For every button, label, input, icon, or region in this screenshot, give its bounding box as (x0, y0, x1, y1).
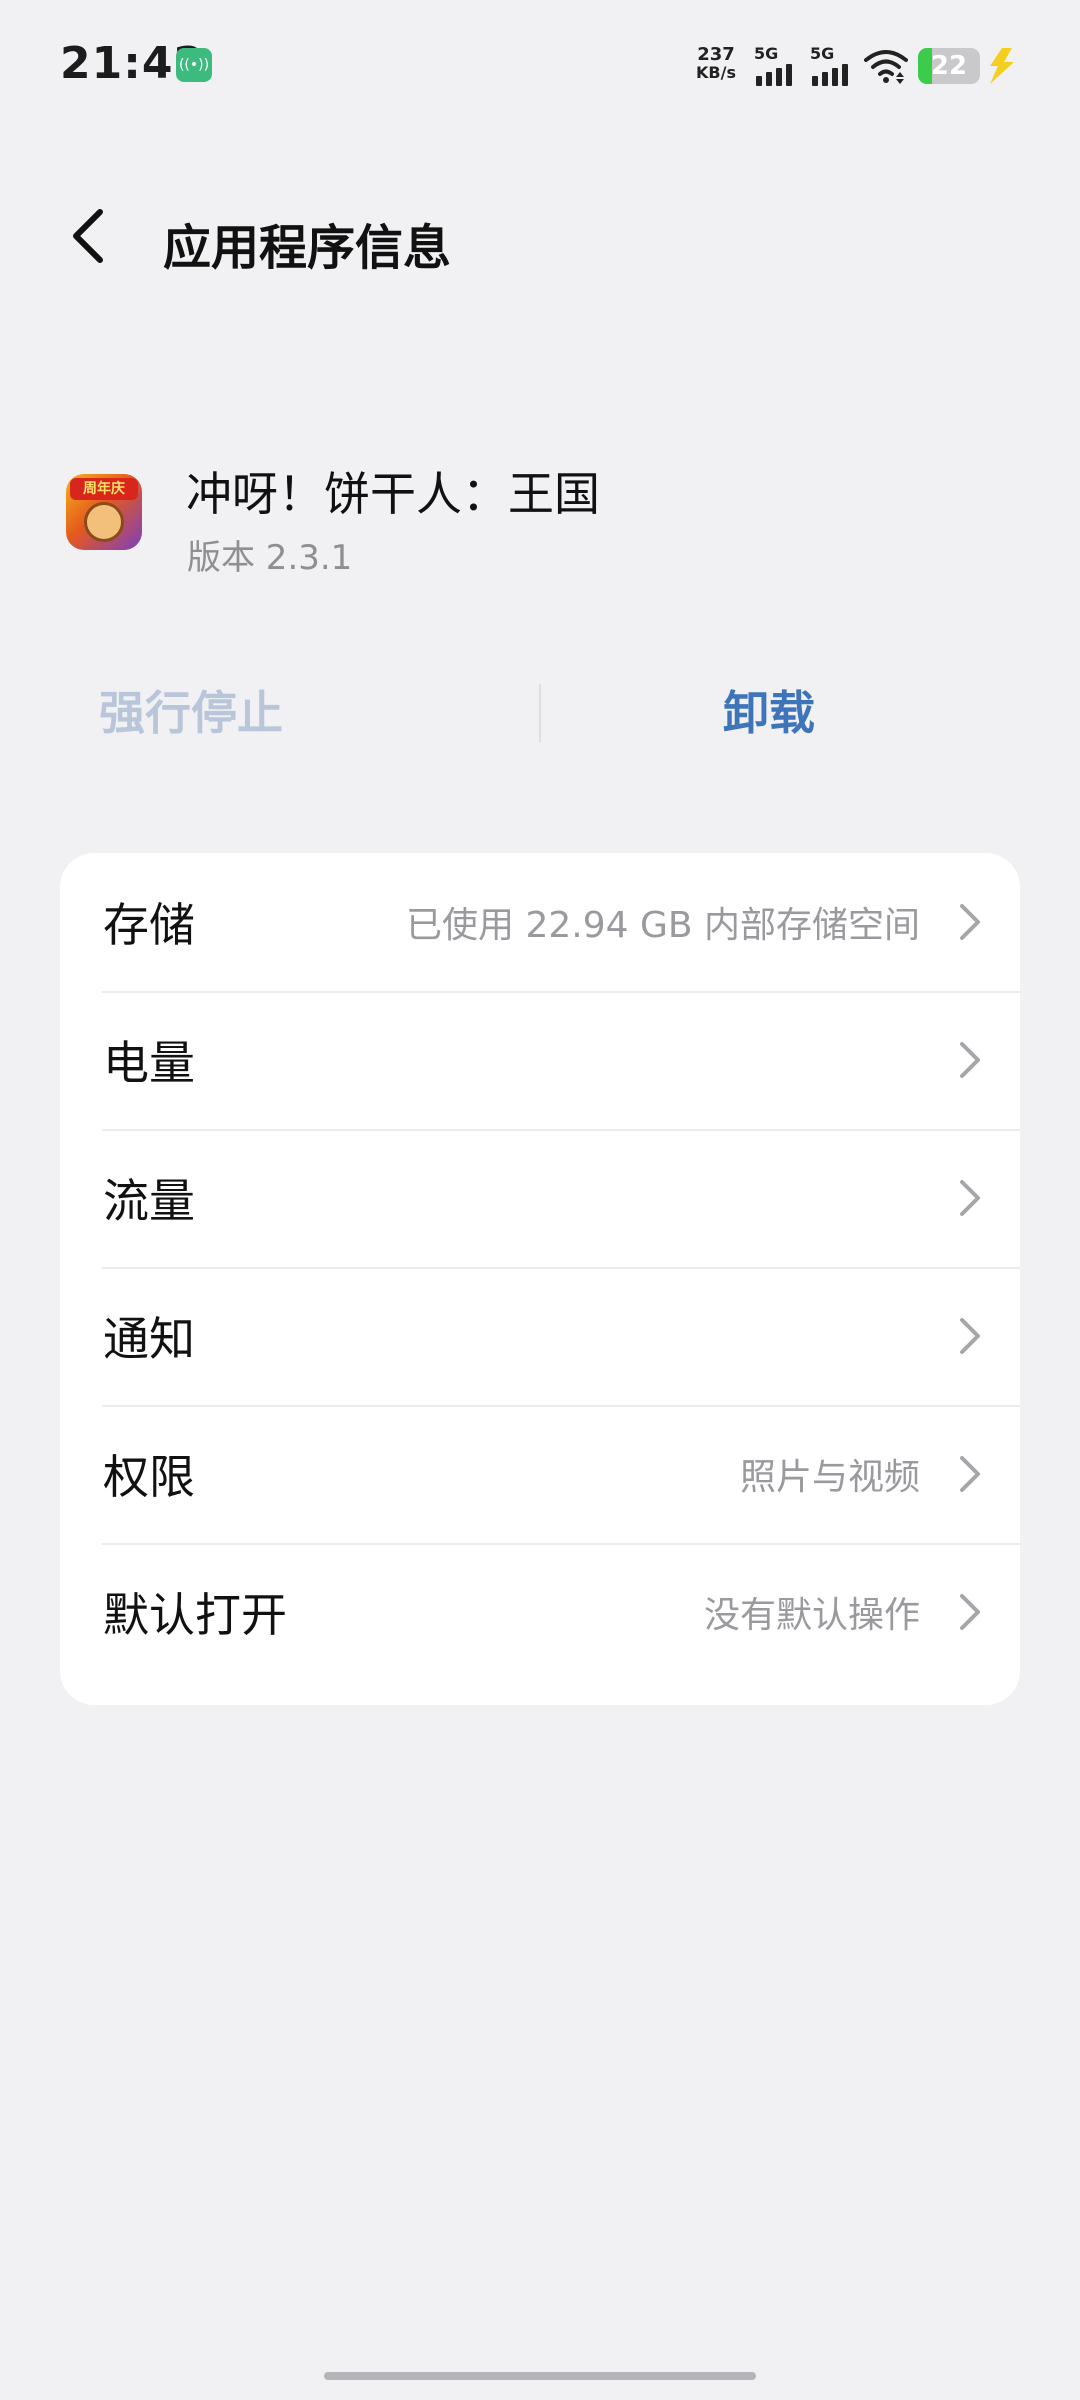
cellular-signal-icon: 5G (808, 44, 858, 88)
settings-row-open-by-default[interactable]: 默认打开 没有默认操作 (60, 1543, 1020, 1681)
charging-bolt-icon (990, 48, 1014, 84)
network-speed: 237 KB/s (690, 46, 742, 82)
uninstall-button[interactable]: 卸载 (540, 680, 1080, 746)
battery-icon: 22 (918, 48, 980, 84)
settings-row-label: 流量 (103, 1174, 195, 1228)
settings-row-label: 通知 (103, 1312, 195, 1366)
page-title: 应用程序信息 (163, 220, 452, 276)
network-speed-value: 237 (697, 44, 735, 65)
hotspot-icon: ((•)) (176, 48, 212, 82)
app-name: 冲呀！饼干人：王国 (186, 467, 600, 521)
settings-row-value: 照片与视频 (739, 1457, 920, 1498)
chevron-right-icon (960, 1042, 980, 1078)
settings-row-label: 默认打开 (103, 1588, 287, 1642)
settings-row-permissions[interactable]: 权限 照片与视频 (60, 1405, 1020, 1543)
network-speed-unit: KB/s (696, 63, 736, 82)
settings-row-label: 权限 (103, 1450, 195, 1504)
settings-row-label: 存储 (103, 898, 195, 952)
settings-row-battery[interactable]: 电量 (60, 991, 1020, 1129)
wifi-icon (864, 50, 908, 84)
back-arrow-icon[interactable] (62, 206, 122, 266)
app-settings-list: 存储 已使用 22.94 GB 内部存储空间 电量 流量 通知 权限 照片与视频… (60, 853, 1020, 1705)
status-bar: 21:42 ((•)) 237 KB/s 5G 5G 22 (0, 0, 1080, 130)
settings-row-storage[interactable]: 存储 已使用 22.94 GB 内部存储空间 (60, 853, 1020, 991)
chevron-right-icon (960, 1456, 980, 1492)
home-indicator[interactable] (324, 2372, 756, 2380)
settings-row-data-usage[interactable]: 流量 (60, 1129, 1020, 1267)
chevron-right-icon (960, 1180, 980, 1216)
signal-type-label: 5G (754, 44, 779, 63)
chevron-right-icon (960, 1594, 980, 1630)
settings-row-value: 没有默认操作 (703, 1595, 920, 1636)
chevron-right-icon (960, 904, 980, 940)
force-stop-button[interactable]: 强行停止 (0, 680, 540, 746)
signal-type-label: 5G (810, 44, 835, 63)
settings-row-label: 电量 (103, 1036, 195, 1090)
app-icon: 周年庆 (66, 474, 142, 550)
cellular-signal-icon: 5G (752, 44, 802, 88)
app-version: 版本 2.3.1 (187, 538, 353, 578)
battery-level: 22 (930, 51, 968, 81)
settings-row-notifications[interactable]: 通知 (60, 1267, 1020, 1405)
settings-row-value: 已使用 22.94 GB 内部存储空间 (406, 905, 920, 946)
app-actions: 强行停止 卸载 (0, 680, 1080, 746)
app-icon-badge: 周年庆 (70, 478, 138, 500)
chevron-right-icon (960, 1318, 980, 1354)
